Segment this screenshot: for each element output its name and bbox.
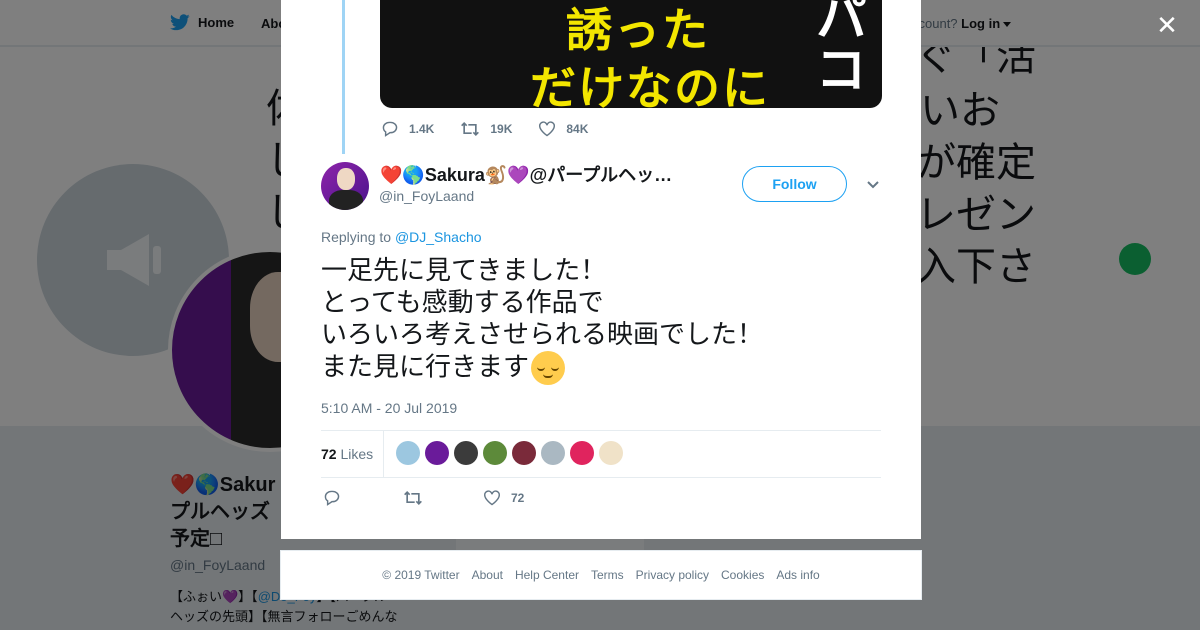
likes-count-value: 72 (321, 446, 337, 462)
like-action-count: 72 (511, 491, 525, 505)
prev-like-action[interactable]: 84K (538, 121, 588, 137)
heart-icon (484, 490, 500, 506)
liker-avatar[interactable] (570, 441, 594, 465)
footer-link-about[interactable]: About (472, 568, 503, 582)
like-action[interactable]: 72 (483, 490, 524, 506)
tweet-media-image[interactable]: 誘った だけなのに パコ (380, 0, 882, 108)
reply-action[interactable] (323, 490, 403, 506)
footer-link-privacy-policy[interactable]: Privacy policy (636, 568, 709, 582)
tweet-actions: 72 (323, 490, 524, 506)
prev-reply-count: 1.4K (409, 122, 435, 136)
tweet-header: ❤️🌎Sakura🐒💜@パープルヘッ… @in_FoyLaand Follow (321, 160, 881, 210)
chevron-down-icon[interactable] (866, 178, 880, 192)
tweet-text-line-4-wrap: また見に行きます (321, 351, 881, 385)
liker-avatar[interactable] (396, 441, 420, 465)
tweet-timestamp[interactable]: 5:10 AM - 20 Jul 2019 (321, 400, 457, 416)
thread-connector-line (342, 0, 345, 154)
liker-avatar[interactable] (541, 441, 565, 465)
modal-footer: © 2019 Twitter About Help Center Terms P… (280, 550, 922, 600)
prev-retweet-count: 19K (490, 122, 513, 136)
tweet-text-line-2: とっても感動する作品で (321, 288, 604, 318)
media-text-line-1: 誘った (566, 3, 710, 57)
tweet-text: 一足先に見てきました！ とっても感動する作品で いろいろ考えさせられる映画でした… (321, 255, 881, 385)
reply-icon (382, 121, 398, 137)
follow-button[interactable]: Follow (742, 166, 847, 202)
liker-avatar[interactable] (454, 441, 478, 465)
tweet-text-line-3: いろいろ考えさせられる映画でした！ (321, 320, 764, 350)
close-icon[interactable]: ✕ (1154, 12, 1180, 38)
likes-row: 72 Likes (321, 430, 881, 478)
footer-link-ads-info[interactable]: Ads info (776, 568, 819, 582)
tweet-text-line-4: また見に行きます (321, 352, 530, 383)
footer-copyright: © 2019 Twitter (382, 568, 460, 582)
retweet-icon (404, 490, 422, 506)
replying-to-handle-link[interactable]: @DJ_Shacho (395, 229, 482, 245)
tweet-text-line-1: 一足先に見てきました！ (321, 256, 607, 286)
liker-avatar[interactable] (425, 441, 449, 465)
heart-icon (539, 121, 556, 137)
prev-like-count: 84K (566, 122, 589, 136)
liker-avatar[interactable] (599, 441, 623, 465)
media-side-text: パコ (806, 0, 867, 94)
reply-icon (324, 490, 340, 506)
tweet-author-name[interactable]: ❤️🌎Sakura🐒💜@パープルヘッ… (380, 161, 672, 187)
likes-count-link[interactable]: 72 Likes (321, 446, 373, 462)
retweet-action[interactable] (403, 490, 483, 506)
previous-tweet-stats: 1.4K 19K 84K (381, 121, 588, 137)
retweet-icon (461, 121, 480, 137)
footer-link-cookies[interactable]: Cookies (721, 568, 764, 582)
likes-count-label: Likes (340, 446, 374, 462)
tweet-author-handle[interactable]: @in_FoyLaand (379, 188, 474, 204)
footer-link-terms[interactable]: Terms (591, 568, 624, 582)
replying-to-label: Replying to (321, 229, 392, 245)
liker-avatar[interactable] (483, 441, 507, 465)
liker-avatars (396, 441, 623, 465)
prev-retweet-action[interactable]: 19K (460, 121, 512, 137)
relieved-face-emoji-icon (531, 351, 566, 385)
liker-avatar[interactable] (512, 441, 536, 465)
media-text-line-2: だけなのに (530, 61, 770, 108)
tweet-modal: 誘った だけなのに パコ 1.4K 19K 84K ❤️🌎Sakura🐒💜@パー… (281, 0, 921, 539)
prev-reply-action[interactable]: 1.4K (381, 121, 434, 137)
footer-link-help-center[interactable]: Help Center (515, 568, 579, 582)
tweet-author-avatar[interactable] (321, 162, 369, 210)
likes-divider (383, 431, 384, 477)
replying-to: Replying to @DJ_Shacho (321, 229, 482, 245)
